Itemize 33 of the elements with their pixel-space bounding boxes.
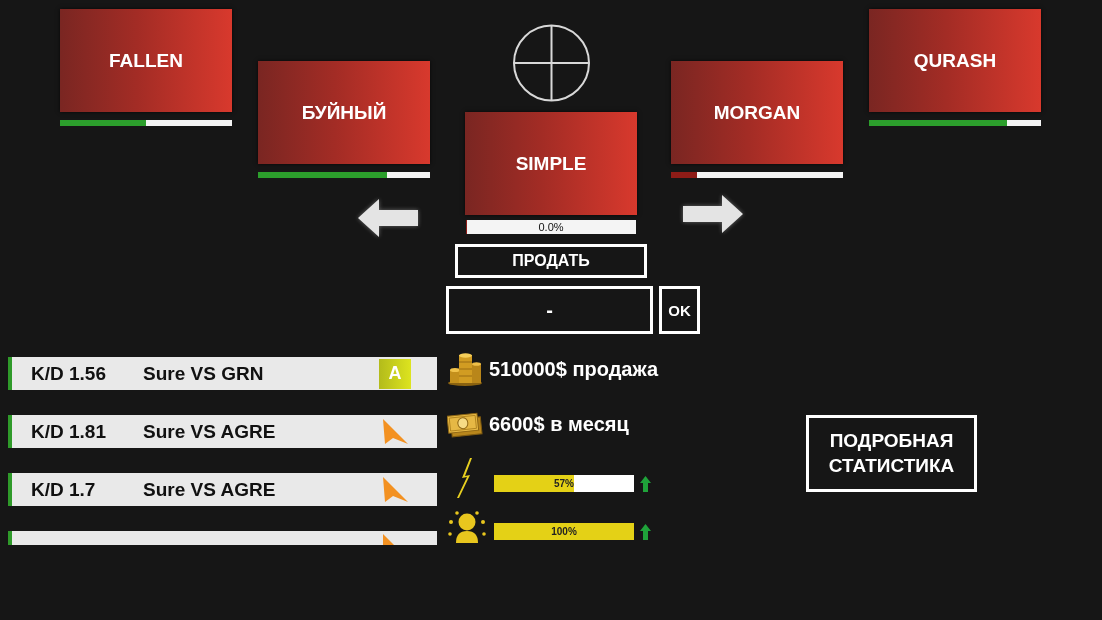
- player-card[interactable]: QURASH: [869, 9, 1041, 112]
- crosshair-icon: [511, 24, 591, 102]
- meter-text: 100%: [551, 526, 577, 537]
- meter-text: 57%: [554, 478, 574, 489]
- pointer-icon: [382, 534, 394, 545]
- input-field[interactable]: -: [446, 286, 653, 334]
- player-card[interactable]: БУЙНЫЙ: [258, 61, 430, 164]
- detailed-stats-button[interactable]: ПОДРОБНАЯ СТАТИСТИКА: [806, 415, 977, 492]
- right-arrow-icon[interactable]: [683, 195, 743, 233]
- player-card[interactable]: MORGAN: [671, 61, 843, 164]
- progress-text: 0.0%: [538, 221, 564, 233]
- head-icon: [447, 509, 487, 543]
- ok-button[interactable]: OK: [659, 286, 700, 334]
- kd-ratio-text: K/D 1.56: [31, 362, 107, 385]
- rank-badge: A: [379, 358, 411, 389]
- player-card[interactable]: SIMPLE: [465, 112, 637, 215]
- match-text: Sure VS AGRE: [143, 420, 276, 443]
- left-arrow-icon[interactable]: [358, 199, 418, 237]
- pointer-icon: [382, 476, 408, 503]
- kd-ratio-text: K/D 1.81: [31, 420, 107, 443]
- pointer-icon: [382, 418, 408, 445]
- match-text: Sure VS AGRE: [143, 478, 276, 501]
- player-card[interactable]: FALLEN: [60, 9, 232, 112]
- income-text: 510000$ продажа: [489, 357, 659, 381]
- match-row[interactable]: K/D 1.56 Sure VS GRN A: [8, 357, 437, 390]
- lightning-icon: [455, 458, 475, 498]
- match-row[interactable]: K/D 1.81 Sure VS AGRE: [8, 415, 437, 448]
- kd-ratio-text: K/D 1.7: [31, 478, 97, 501]
- match-text: Sure VS GRN: [143, 362, 264, 385]
- income-text: 6600$ в месяц: [489, 412, 629, 436]
- coins-icon: [447, 352, 483, 386]
- match-row[interactable]: K/D 1.7 Sure VS AGRE: [8, 473, 437, 506]
- sell-button[interactable]: ПРОДАТЬ: [455, 244, 647, 278]
